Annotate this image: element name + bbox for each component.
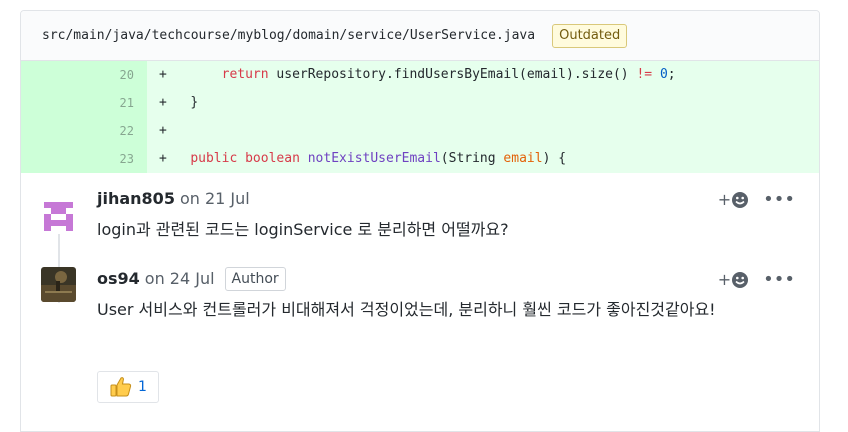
comment-header: jihan805 on 21 Jul <box>97 187 250 211</box>
code-line: + <box>159 123 167 138</box>
comment-actions: + ••• <box>718 189 795 210</box>
author-badge: Author <box>224 267 286 291</box>
add-reaction-button[interactable]: + <box>718 190 749 209</box>
avatar[interactable] <box>41 267 76 302</box>
comment-actions: + ••• <box>718 269 795 290</box>
file-header: src/main/java/techcourse/myblog/domain/s… <box>21 11 819 61</box>
line-number[interactable]: 22 <box>21 117 147 145</box>
comment: jihan805 on 21 Jul + ••• login과 관련된 코드는 … <box>21 187 819 267</box>
comment-body: User 서비스와 컨트롤러가 비대해져서 걱정이었는데, 분리하니 훨씬 코드… <box>97 300 716 319</box>
line-number[interactable]: 21 <box>21 89 147 117</box>
comment-date-link[interactable]: on 24 Jul <box>145 267 215 291</box>
comment-date-link[interactable]: on 21 Jul <box>180 187 250 211</box>
diff-line: 23 + public boolean notExistUserEmail(St… <box>21 145 819 173</box>
smiley-icon <box>732 191 749 208</box>
file-path-link[interactable]: src/main/java/techcourse/myblog/domain/s… <box>42 28 535 43</box>
diff-line: 21 + } <box>21 89 819 117</box>
diff-hunk: 20 + return userRepository.findUsersByEm… <box>21 61 819 173</box>
reaction-count: 1 <box>138 379 147 395</box>
thumbs-up-icon <box>110 377 132 397</box>
line-number[interactable]: 23 <box>21 145 147 173</box>
diff-line: 20 + return userRepository.findUsersByEm… <box>21 61 819 89</box>
code-line: + } <box>159 95 199 110</box>
line-number[interactable]: 20 <box>21 61 147 89</box>
comment-body: login과 관련된 코드는 loginService 로 분리하면 어떨까요? <box>97 220 509 239</box>
author-link[interactable]: os94 <box>97 267 140 291</box>
comment-header: os94 on 24 Jul Author <box>97 267 286 291</box>
smiley-icon <box>732 271 749 288</box>
more-options-button[interactable]: ••• <box>763 189 795 210</box>
review-thread-card: src/main/java/techcourse/myblog/domain/s… <box>20 10 820 432</box>
diff-line: 22 + <box>21 117 819 145</box>
avatar[interactable] <box>41 199 76 234</box>
comment-thread: jihan805 on 21 Jul + ••• login과 관련된 코드는 … <box>21 173 819 407</box>
more-options-button[interactable]: ••• <box>763 269 795 290</box>
reaction-button[interactable]: 1 <box>97 371 159 403</box>
code-line: + public boolean notExistUserEmail(Strin… <box>159 151 567 166</box>
outdated-badge: Outdated <box>552 23 628 48</box>
add-reaction-button[interactable]: + <box>718 270 749 289</box>
author-link[interactable]: jihan805 <box>97 187 175 211</box>
code-line: + return userRepository.findUsersByEmail… <box>159 67 676 82</box>
comment: os94 on 24 Jul Author + ••• User 서비스와 컨트… <box>21 267 819 407</box>
